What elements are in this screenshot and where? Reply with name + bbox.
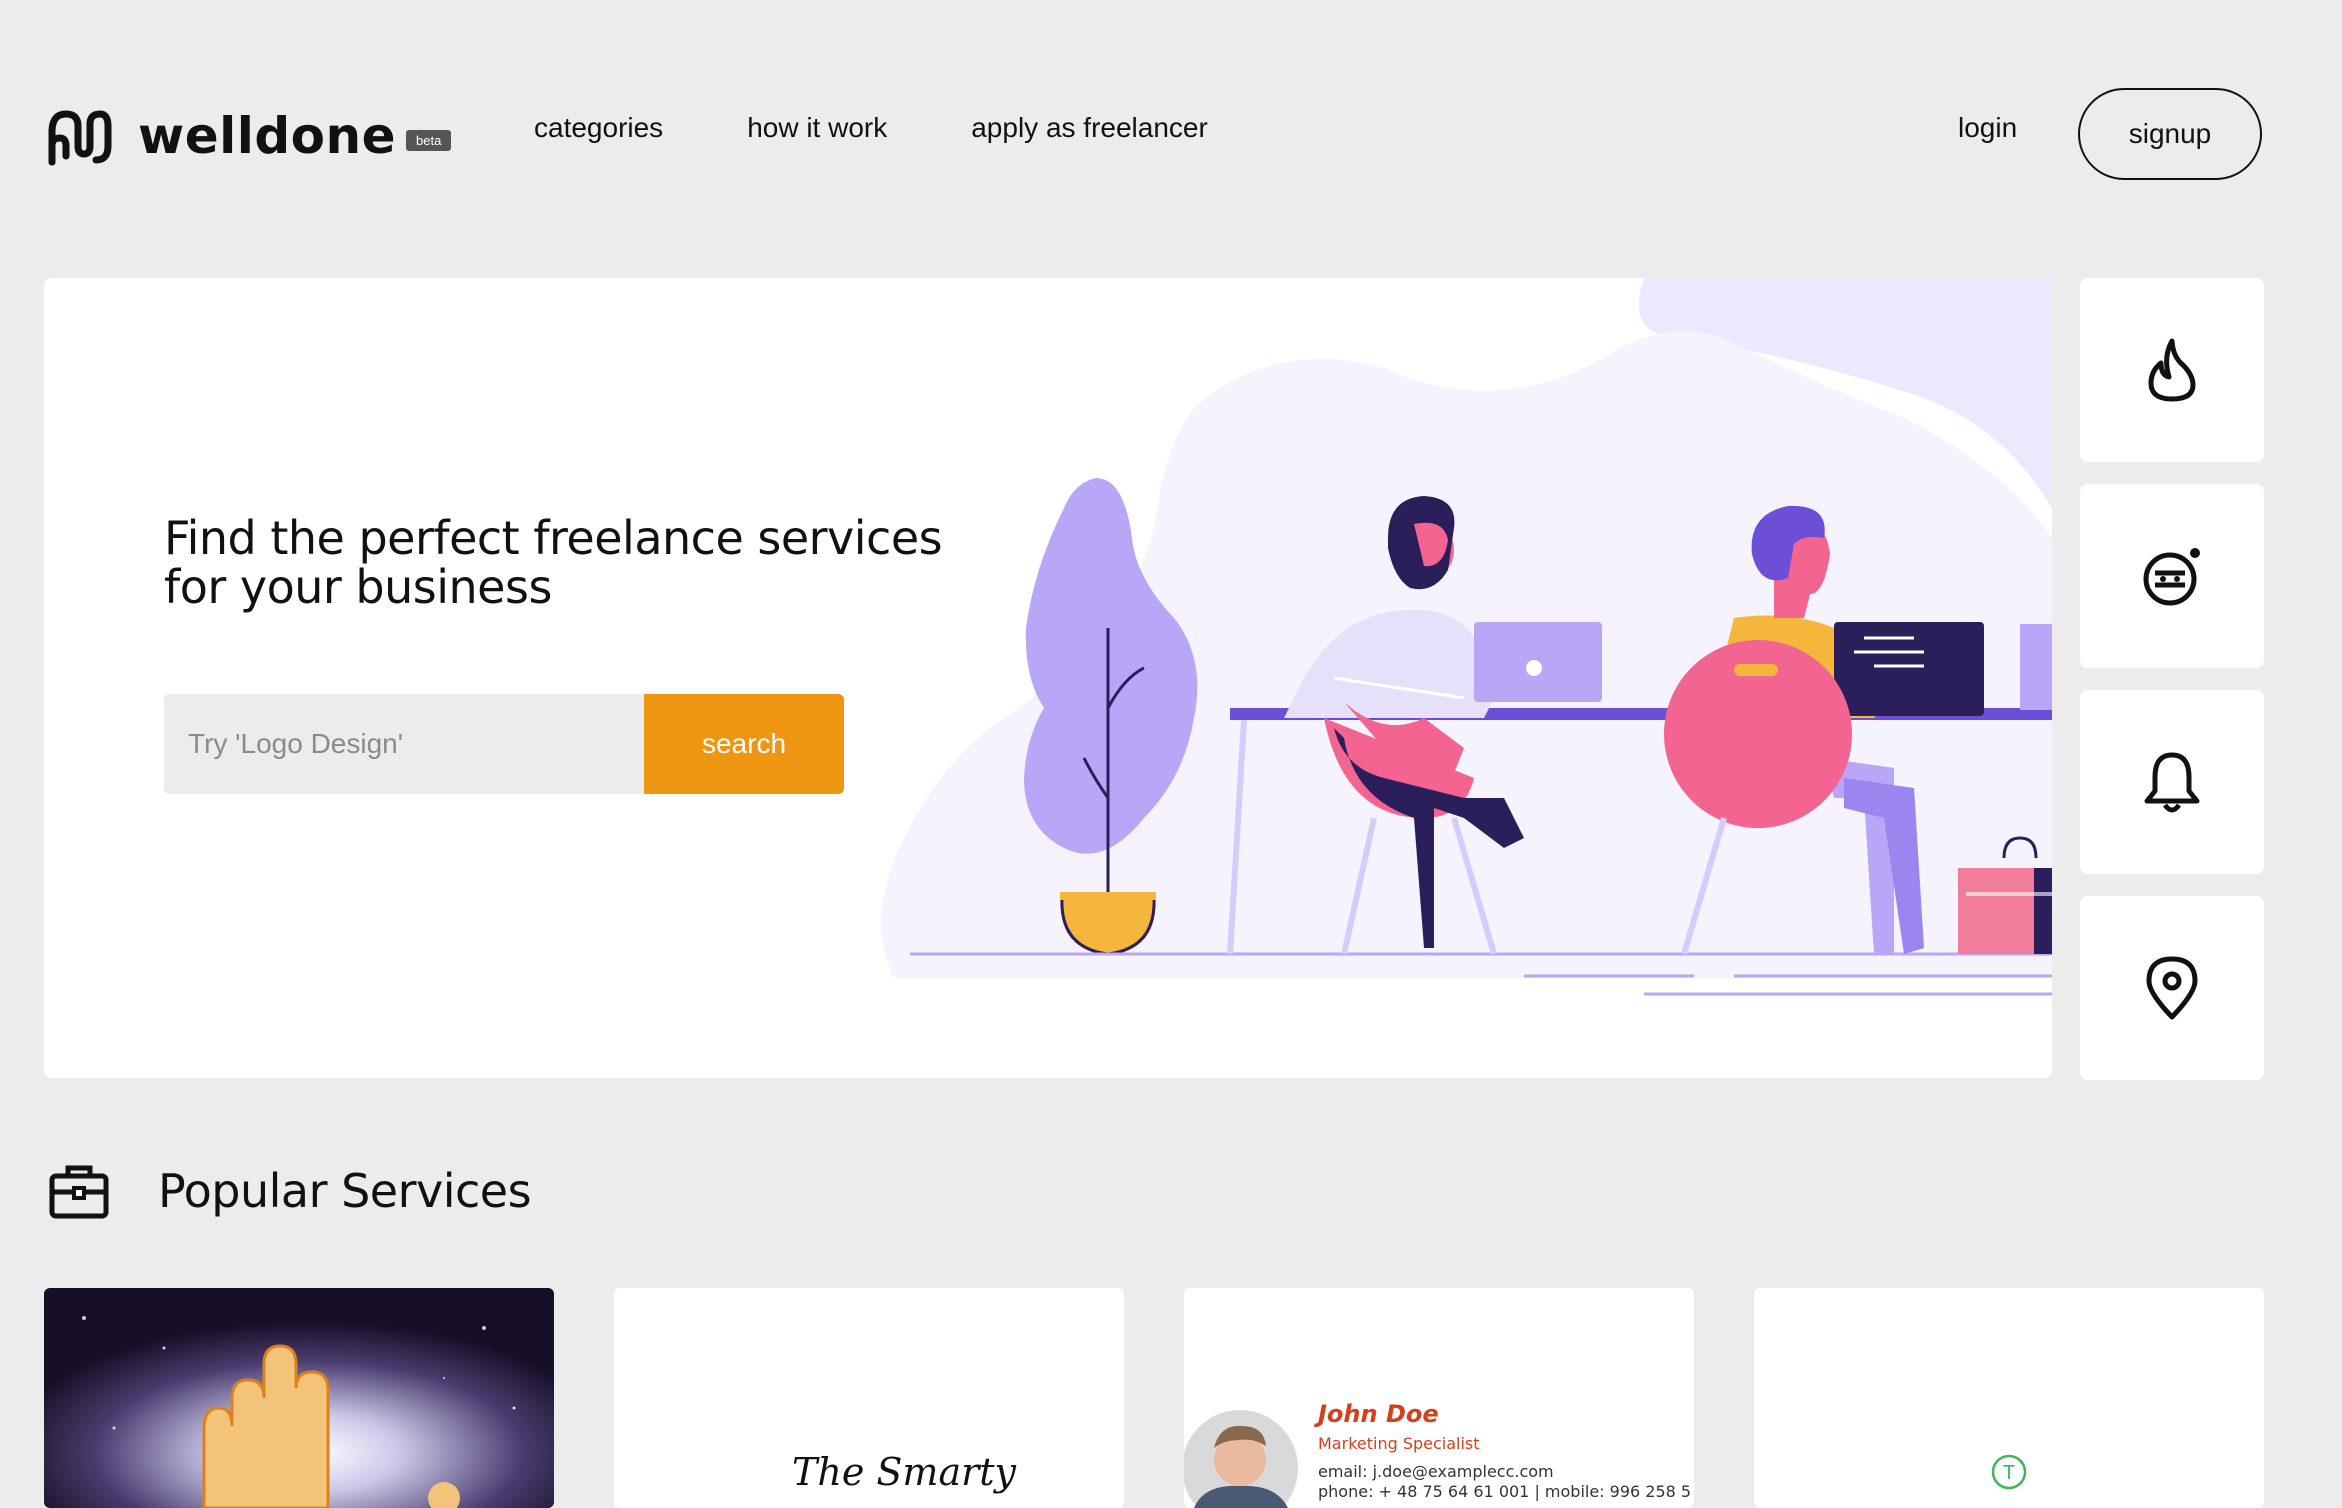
beta-badge: beta bbox=[406, 129, 452, 151]
service-card-palmistry[interactable] bbox=[44, 1288, 554, 1508]
popular-services-heading: Popular Services bbox=[48, 1160, 532, 1222]
login-link[interactable]: login bbox=[1958, 112, 2017, 144]
search-input[interactable] bbox=[164, 694, 644, 794]
card-name: John Doe bbox=[1318, 1400, 1439, 1428]
nav-how-it-work[interactable]: how it work bbox=[747, 112, 887, 144]
location-card[interactable] bbox=[2080, 896, 2264, 1080]
brand-name: welldone bbox=[138, 107, 397, 165]
messages-card[interactable] bbox=[2080, 484, 2264, 668]
service-card-teal-logo[interactable]: T bbox=[1754, 1288, 2264, 1508]
brand-logo[interactable]: welldone beta bbox=[44, 102, 452, 170]
card-role: Marketing Specialist bbox=[1318, 1434, 1480, 1453]
bell-icon bbox=[2144, 752, 2200, 813]
emoji-chat-icon bbox=[2143, 548, 2200, 606]
flame-icon bbox=[2148, 338, 2196, 402]
card-phone: phone: + 48 75 64 61 001 | mobile: 996 2… bbox=[1318, 1482, 1692, 1501]
notifications-card[interactable] bbox=[2080, 690, 2264, 874]
trending-card[interactable] bbox=[2080, 278, 2264, 462]
signup-button[interactable]: signup bbox=[2078, 88, 2262, 180]
search-bar: search bbox=[164, 694, 844, 794]
nav-categories[interactable]: categories bbox=[534, 112, 663, 144]
card-email: email: j.doe@examplecc.com bbox=[1318, 1462, 1554, 1481]
palmistry-image bbox=[44, 1288, 554, 1508]
hero-panel: Find the perfect freelance services for … bbox=[44, 278, 2052, 1078]
t-logo-mark: T bbox=[1991, 1454, 2027, 1490]
service-card-business-card[interactable]: John Doe Marketing Specialist email: j.d… bbox=[1184, 1288, 1694, 1508]
service-card-logo[interactable]: The Smarty bbox=[614, 1288, 1124, 1508]
logo-sample-text: The Smarty bbox=[792, 1450, 1017, 1494]
search-button[interactable]: search bbox=[644, 694, 844, 794]
hero-title: Find the perfect freelance services for … bbox=[164, 511, 943, 614]
map-pin-icon bbox=[2146, 956, 2198, 1020]
profile-photo bbox=[1184, 1410, 1298, 1508]
main-nav: categories how it work apply as freelanc… bbox=[534, 112, 1292, 144]
nav-apply-as-freelancer[interactable]: apply as freelancer bbox=[971, 112, 1208, 144]
welldone-logo-icon bbox=[48, 110, 112, 166]
briefcase-icon bbox=[49, 1165, 109, 1219]
popular-services-title: Popular Services bbox=[158, 1164, 532, 1218]
t-logo-letter: T bbox=[2003, 1462, 2015, 1484]
hero-illustration bbox=[881, 278, 2052, 996]
